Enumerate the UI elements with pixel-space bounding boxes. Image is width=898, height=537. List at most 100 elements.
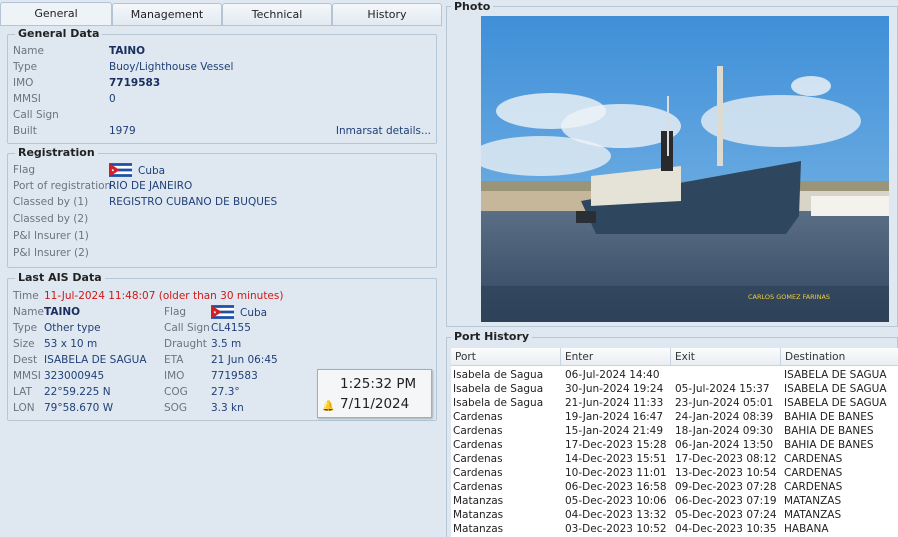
ais-draught-label: Draught xyxy=(164,338,207,350)
vessel-photo[interactable]: CARLOS GOMEZ FARINAS xyxy=(481,16,889,322)
imo-row: IMO 7719583 xyxy=(13,76,160,90)
type-row: Type Buoy/Lighthouse Vessel xyxy=(13,60,233,74)
ais-lon-label: LON xyxy=(13,402,35,414)
cuba-flag-icon xyxy=(109,163,132,177)
exit-cell: 17-Dec-2023 08:12 xyxy=(675,453,777,465)
ais-type-label: Type xyxy=(13,322,38,334)
destination-cell: BAHIA DE BANES xyxy=(784,425,874,437)
flag-country: Cuba xyxy=(138,165,166,177)
destination-cell: ISABELA DE SAGUA xyxy=(784,397,887,409)
table-row[interactable]: Cardenas 06-Dec-2023 16:58 09-Dec-2023 07:… xyxy=(451,480,898,494)
destination-cell: CARDENAS xyxy=(784,453,843,465)
ais-dest: ISABELA DE SAGUA xyxy=(44,354,147,366)
pi2-label: P&I Insurer (2) xyxy=(13,247,89,259)
destination-cell: ISABELA DE SAGUA xyxy=(784,369,887,381)
table-row[interactable]: Isabela de Sagua 06-Jul-2024 14:40 ISABELA… xyxy=(451,368,898,382)
bell-icon: 🔔 xyxy=(322,401,335,412)
classed1-row: Classed by (1) REGISTRO CUBANO DE BUQUES xyxy=(13,195,277,209)
column-header-destination[interactable]: Destination xyxy=(781,348,898,366)
ais-callsign-row: Call Sign CL4155 xyxy=(164,321,251,335)
classed2-row: Classed by (2) xyxy=(13,212,88,226)
callsign-label: Call Sign xyxy=(13,109,59,121)
name-row: Name TAINO xyxy=(13,44,145,58)
pi2-row: P&I Insurer (2) xyxy=(13,246,89,260)
mmsi-row: MMSI 0 xyxy=(13,92,116,106)
exit-cell: 24-Jan-2024 08:39 xyxy=(675,411,774,423)
ais-cog-row: COG 27.3° xyxy=(164,385,240,399)
ais-eta: 21 Jun 06:45 xyxy=(211,354,278,366)
port-cell: Cardenas xyxy=(453,439,503,451)
port-cell: Isabela de Sagua xyxy=(453,383,544,395)
tab-general[interactable]: General xyxy=(0,2,112,26)
ais-imo-row: IMO 7719583 xyxy=(164,369,258,383)
ais-draught-row: Draught 3.5 m xyxy=(164,337,241,351)
ais-size-label: Size xyxy=(13,338,35,350)
destination-cell: BAHIA DE BANES xyxy=(784,439,874,451)
ais-lon: 79°58.670 W xyxy=(44,402,114,414)
ais-time-label: Time xyxy=(13,290,39,302)
clock-popup[interactable]: 1:25:32 PM 🔔 7/11/2024 xyxy=(317,369,432,418)
tab-technical[interactable]: Technical xyxy=(222,3,332,25)
port-cell: Cardenas xyxy=(453,453,503,465)
clock-time: 1:25:32 PM xyxy=(340,376,417,392)
right-pane: Photo CARLOS GOMEZ FARINAS Port History … xyxy=(446,0,898,537)
port-history-group: Port History Port Enter Exit Destination… xyxy=(446,330,898,537)
column-header-exit[interactable]: Exit xyxy=(671,348,781,366)
vessel-type: Buoy/Lighthouse Vessel xyxy=(109,61,234,73)
enter-cell: 06-Dec-2023 16:58 xyxy=(565,481,667,493)
destination-cell: MATANZAS xyxy=(784,509,842,521)
tab-history[interactable]: History xyxy=(332,3,442,25)
table-row[interactable]: Cardenas 10-Dec-2023 11:01 13-Dec-2023 10:… xyxy=(451,466,898,480)
ais-lat-label: LAT xyxy=(13,386,32,398)
type-label: Type xyxy=(13,61,38,73)
exit-cell: 05-Jul-2024 15:37 xyxy=(675,383,770,395)
ais-eta-label: ETA xyxy=(164,354,184,366)
column-header-port[interactable]: Port xyxy=(451,348,561,366)
table-row[interactable]: Isabela de Sagua 21-Jun-2024 11:33 23-Jun-… xyxy=(451,396,898,410)
photo-credit: CARLOS GOMEZ FARINAS xyxy=(748,293,830,301)
ais-size: 53 x 10 m xyxy=(44,338,98,350)
ais-eta-row: ETA 21 Jun 06:45 xyxy=(164,353,278,367)
port-cell: Cardenas xyxy=(453,481,503,493)
destination-cell: ISABELA DE SAGUA xyxy=(784,383,887,395)
column-header-enter[interactable]: Enter xyxy=(561,348,671,366)
ais-lat: 22°59.225 N xyxy=(44,386,111,398)
tab-management[interactable]: Management xyxy=(112,3,222,25)
enter-cell: 04-Dec-2023 13:32 xyxy=(565,509,667,521)
ais-lat-row: LAT 22°59.225 N xyxy=(13,385,111,399)
enter-cell: 05-Dec-2023 10:06 xyxy=(565,495,667,507)
vessel-imo: 7719583 xyxy=(109,77,161,89)
mmsi-label: MMSI xyxy=(13,93,41,105)
table-row[interactable]: Cardenas 14-Dec-2023 15:51 17-Dec-2023 08:… xyxy=(451,452,898,466)
table-row[interactable]: Isabela de Sagua 30-Jun-2024 19:24 05-Jul-… xyxy=(451,382,898,396)
port-cell: Isabela de Sagua xyxy=(453,369,544,381)
table-row[interactable]: Cardenas 15-Jan-2024 21:49 18-Jan-2024 09:… xyxy=(451,424,898,438)
photo-title: Photo xyxy=(451,0,494,13)
port-history-header: Port Enter Exit Destination xyxy=(451,348,898,366)
table-row[interactable]: Cardenas 19-Jan-2024 16:47 24-Jan-2024 08:… xyxy=(451,410,898,424)
ais-dest-row: Dest ISABELA DE SAGUA xyxy=(13,353,147,367)
classed1-label: Classed by (1) xyxy=(13,196,89,208)
general-data-title: General Data xyxy=(15,27,103,40)
port-registration-row: Port of registration RIO DE JANEIRO xyxy=(13,179,192,193)
destination-cell: BAHIA DE BANES xyxy=(784,411,874,423)
ais-mmsi-label: MMSI xyxy=(13,370,41,382)
callsign-row: Call Sign xyxy=(13,108,59,122)
ais-name-label: Name xyxy=(13,306,44,318)
table-row[interactable]: Matanzas 03-Dec-2023 10:52 04-Dec-2023 10:… xyxy=(451,522,898,536)
cuba-flag-icon xyxy=(211,305,234,319)
exit-cell: 23-Jun-2024 05:01 xyxy=(675,397,774,409)
table-row[interactable]: Cardenas 17-Dec-2023 15:28 06-Jan-2024 13:… xyxy=(451,438,898,452)
port-cell: Matanzas xyxy=(453,495,504,507)
table-row[interactable]: Matanzas 04-Dec-2023 13:32 05-Dec-2023 07:… xyxy=(451,508,898,522)
ais-time: 11-Jul-2024 11:48:07 (older than 30 minu… xyxy=(44,290,284,302)
port-cell: Matanzas xyxy=(453,523,504,535)
ais-mmsi: 323000945 xyxy=(44,370,105,382)
left-pane: General Management Technical History Gen… xyxy=(0,0,442,537)
port-history-title: Port History xyxy=(451,330,533,343)
ais-lon-row: LON 79°58.670 W xyxy=(13,401,113,415)
pi1-row: P&I Insurer (1) xyxy=(13,229,89,243)
ais-sog-row: SOG 3.3 kn xyxy=(164,401,244,415)
table-row[interactable]: Matanzas 05-Dec-2023 10:06 06-Dec-2023 07:… xyxy=(451,494,898,508)
inmarsat-details-link[interactable]: Inmarsat details... xyxy=(336,124,431,138)
